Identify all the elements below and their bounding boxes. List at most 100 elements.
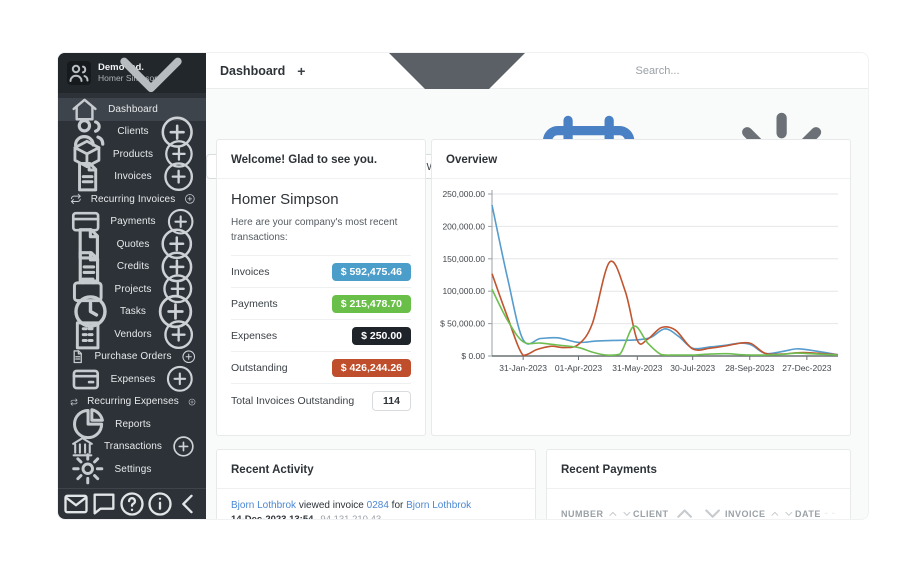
sidebar-item-label: Expenses [111,374,156,385]
main-area: Dashboard + USD Day [206,53,868,519]
quick-add-icon[interactable] [161,159,196,194]
recent-payments-card: Recent Payments NUMBER CLIENT [546,449,851,520]
sidebar-item-label: Settings [115,464,152,475]
blue-series [492,205,838,355]
green-series [492,289,838,355]
stat-badge[interactable]: $ 215,478.70 [332,295,411,313]
stat-row: Expenses $ 250.00 [231,319,411,351]
sidebar-item-label: Transactions [104,441,162,452]
column-header[interactable]: NUMBER [561,501,633,520]
stat-label: Payments [231,298,278,310]
activity-link[interactable]: Bjorn Lothbrok [231,500,296,511]
sort-desc-icon[interactable] [783,508,795,520]
column-label: INVOICE [725,509,766,519]
stat-badge[interactable]: $ 426,244.26 [332,359,411,377]
stat-label: Outstanding [231,362,288,374]
sidebar-item-icon [70,451,106,487]
activity-item[interactable]: Bjorn Lothbrok viewed invoice 0284 for B… [217,489,535,520]
svg-text:$ 100,000.00: $ 100,000.00 [440,286,485,296]
svg-text:$ 200,000.00: $ 200,000.00 [440,221,485,231]
message-icon[interactable] [90,490,118,518]
total-outstanding-badge[interactable]: 114 [372,391,411,411]
overview-card: Overview $ 0.00$ 50,000.00$ 100,000.00$ … [431,139,851,436]
stat-badge[interactable]: $ 592,475.46 [332,263,411,281]
svg-text:31-Jan-2023: 31-Jan-2023 [499,363,547,373]
column-header[interactable]: CLIENT [633,501,725,520]
stat-label: Expenses [231,330,277,342]
sidebar-item-icon [70,159,105,194]
recent-activity-card: Recent Activity Bjorn Lothbrok viewed in… [216,449,536,520]
sidebar-item-label: Payments [110,216,155,227]
page-title: Dashboard [220,64,285,78]
svg-text:01-Apr-2023: 01-Apr-2023 [555,363,603,373]
sidebar-item-label: Clients [117,126,148,137]
sidebar-item[interactable]: Vendors [58,323,206,346]
sort-asc-icon[interactable] [672,501,697,520]
help-icon[interactable] [118,490,146,518]
activity-link[interactable]: Bjorn Lothbrok [406,500,471,511]
orange-series [492,261,838,355]
activity-ip: 94.131.210.43 [320,514,381,520]
quick-add-icon[interactable] [188,398,196,406]
stat-row: Invoices $ 592,475.46 [231,255,411,287]
quick-add-icon[interactable] [184,193,196,205]
sort-asc-icon[interactable] [824,511,829,516]
sort-desc-icon[interactable] [831,511,836,516]
svg-text:$ 0.00: $ 0.00 [461,351,485,361]
svg-text:$ 50,000.00: $ 50,000.00 [440,319,485,329]
sidebar-item-icon [70,349,85,364]
sidebar-item[interactable]: Reports [58,413,206,436]
sidebar-item-label: Dashboard [108,104,158,115]
column-header[interactable]: DATE [795,501,836,520]
overview-chart: $ 0.00 $ 50,000.00 $ 100,000.00 $ 150,000.0… [440,180,844,380]
quick-add-icon[interactable] [171,434,196,459]
column-header[interactable]: INVOICE [725,501,795,520]
company-switcher[interactable]: Demo Ind. Homer Simpson [58,53,206,93]
activity-text: for [389,500,406,511]
sort-desc-icon[interactable] [700,501,725,520]
sidebar-item-label: Reports [115,419,151,430]
welcome-card: Welcome! Glad to see you. Homer Simpson … [216,139,426,436]
quick-add-icon[interactable] [181,349,196,364]
welcome-subtitle: Here are your company's most recent tran… [231,215,411,245]
activity-text: viewed invoice [296,500,367,511]
sort-asc-icon[interactable] [769,508,781,520]
activity-link[interactable]: 0284 [367,500,389,511]
app-window: Demo Ind. Homer Simpson Dashboard Client… [57,52,869,520]
quick-add-icon[interactable] [164,363,196,395]
sidebar-item-label: Projects [115,284,152,295]
svg-text:31-May-2023: 31-May-2023 [612,363,662,373]
user-name: Homer Simpson [231,191,411,208]
sidebar-item-label: Quotes [117,239,150,250]
svg-text:$ 150,000.00: $ 150,000.00 [440,254,485,264]
sidebar-item[interactable]: Expenses [58,368,206,391]
column-label: NUMBER [561,509,604,519]
stat-row: Payments $ 215,478.70 [231,287,411,319]
activity-timestamp: 14-Dec-2023 13:54 [231,514,313,520]
stat-badge[interactable]: $ 250.00 [352,327,411,345]
stat-label: Invoices [231,266,270,278]
svg-text:$ 250,000.00: $ 250,000.00 [440,189,485,199]
svg-text:27-Dec-2023: 27-Dec-2023 [782,363,831,373]
sidebar-item[interactable]: Settings [58,458,206,481]
quick-add-icon[interactable] [161,317,196,352]
column-label: CLIENT [633,509,669,519]
sidebar-menu: Dashboard Clients Products In [58,93,206,488]
search-input[interactable] [635,65,815,77]
sidebar-item-icon [70,398,78,406]
sidebar-item[interactable]: Invoices [58,166,206,189]
mail-icon[interactable] [62,490,90,518]
dashboard-content: USD Day Week Month [206,89,868,519]
info-icon[interactable] [146,490,174,518]
column-label: DATE [795,509,821,519]
sort-desc-icon[interactable] [621,508,633,520]
payments-table-header: NUMBER CLIENT INVOICE [547,489,850,520]
collapse-sidebar-icon[interactable] [174,490,202,518]
svg-text:28-Sep-2023: 28-Sep-2023 [725,363,774,373]
sidebar: Demo Ind. Homer Simpson Dashboard Client… [58,53,206,519]
sidebar-item-icon [70,363,102,395]
sort-asc-icon[interactable] [607,508,619,520]
overview-title: Overview [446,154,497,166]
sidebar-item-icon [70,193,82,205]
sidebar-footer [58,488,206,519]
